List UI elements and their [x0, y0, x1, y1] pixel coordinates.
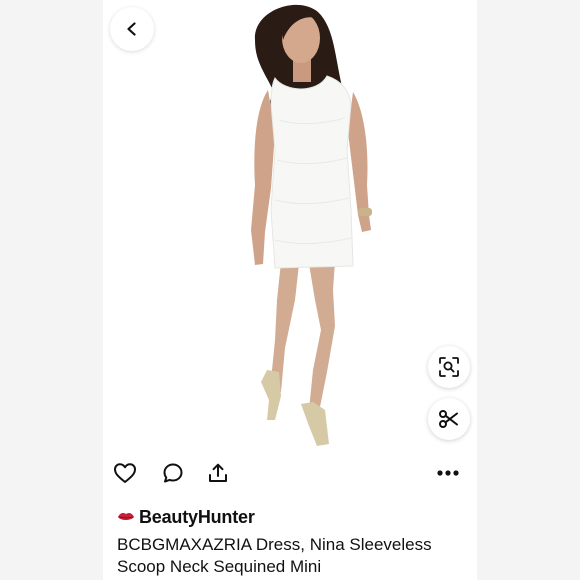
more-icon	[437, 470, 459, 476]
chevron-left-icon	[127, 22, 136, 36]
lips-icon	[118, 513, 134, 520]
comment-icon	[163, 463, 183, 483]
scissors-icon	[439, 410, 458, 428]
back-button[interactable]	[110, 7, 154, 51]
visual-search-button[interactable]	[428, 346, 470, 388]
heart-icon	[114, 463, 136, 483]
share-button[interactable]	[204, 459, 232, 487]
comment-button[interactable]	[159, 459, 187, 487]
listing-card: BeautyHunter BCBGMAXAZRIA Dress, Nina Sl…	[103, 0, 477, 580]
more-options-button[interactable]	[434, 459, 462, 487]
seller-name: BeautyHunter	[139, 506, 255, 527]
seller-info[interactable]: BeautyHunter	[117, 505, 255, 529]
product-photo[interactable]	[103, 0, 477, 447]
action-bar	[103, 455, 477, 491]
cutout-button[interactable]	[428, 398, 470, 440]
share-icon	[209, 463, 227, 482]
listing-title: BCBGMAXAZRIA Dress, Nina Sleeveless Scoo…	[117, 535, 432, 576]
like-button[interactable]	[111, 459, 139, 487]
visual-search-icon	[439, 357, 459, 377]
model-image	[251, 4, 372, 446]
